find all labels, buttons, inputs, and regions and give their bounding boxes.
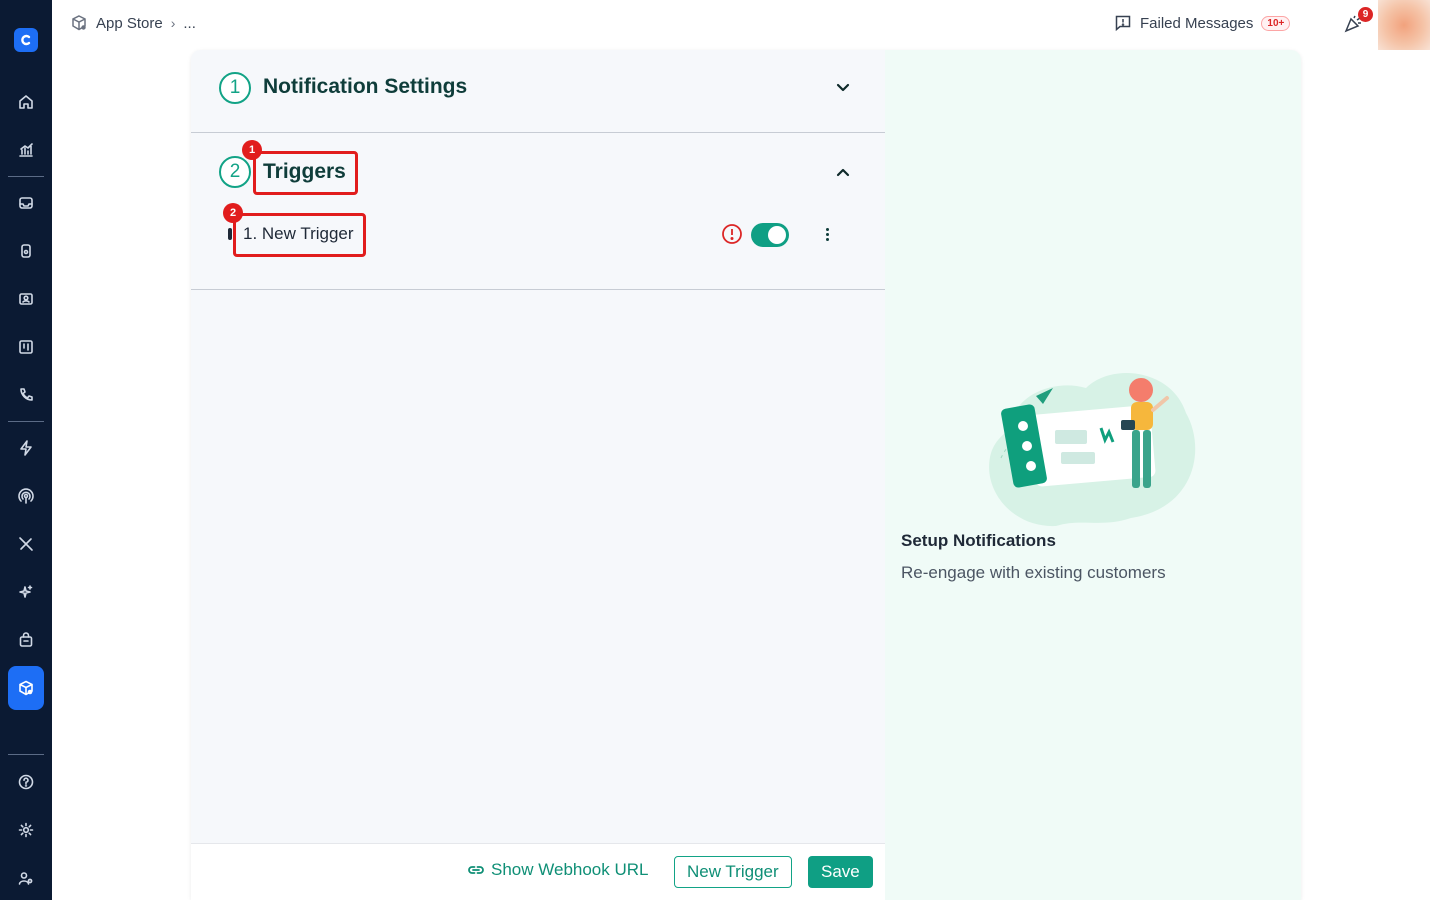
- contacts-icon[interactable]: [0, 287, 52, 311]
- setup-notifications-illustration: [989, 373, 1196, 527]
- side-panel-title: Setup Notifications: [901, 531, 1056, 550]
- highlight-box: [233, 213, 366, 257]
- highlight-box: [253, 151, 358, 195]
- chevron-up-icon[interactable]: [834, 163, 852, 181]
- annotation-marker: 2: [223, 203, 243, 223]
- phone-icon[interactable]: [0, 383, 52, 407]
- app-store-icon[interactable]: [8, 666, 44, 710]
- trigger-editor-card: 1 Notification Settings 2 Triggers 1 1. …: [191, 50, 1301, 900]
- trigger-enabled-toggle[interactable]: [751, 223, 789, 247]
- bolt-icon[interactable]: [0, 436, 52, 460]
- app-store-icon: [72, 15, 86, 31]
- sidebar-divider: [8, 754, 44, 755]
- annotation-marker: 1: [242, 140, 262, 160]
- warning-icon[interactable]: [721, 223, 743, 245]
- section-triggers: 2 Triggers 1 1. New Trigger 2: [191, 133, 885, 290]
- side-panel-subtitle: Re-engage with existing customers: [901, 563, 1166, 582]
- new-trigger-button[interactable]: New Trigger: [674, 856, 792, 888]
- app-logo[interactable]: [14, 28, 38, 52]
- device-icon[interactable]: [0, 239, 52, 263]
- team-icon[interactable]: [0, 866, 52, 890]
- sidebar-divider: [8, 176, 44, 177]
- save-button[interactable]: Save: [808, 856, 873, 888]
- chevron-down-icon[interactable]: [834, 79, 852, 97]
- expand-caret-icon[interactable]: [228, 228, 232, 240]
- inbox-icon[interactable]: [0, 191, 52, 215]
- top-bar: App Store › ... Failed Messages 10+ 9: [52, 0, 1440, 50]
- more-options-icon[interactable]: [819, 223, 835, 245]
- home-icon[interactable]: [0, 90, 52, 114]
- sidebar-divider: [8, 421, 44, 422]
- failed-messages-button[interactable]: Failed Messages 10+: [1114, 14, 1291, 32]
- show-webhook-url-button[interactable]: Show Webhook URL: [467, 860, 649, 880]
- breadcrumb: App Store › ...: [70, 14, 196, 32]
- webhook-label: Show Webhook URL: [491, 860, 649, 879]
- board-icon[interactable]: [0, 335, 52, 359]
- link-icon: [468, 866, 484, 874]
- analytics-icon[interactable]: [0, 138, 52, 162]
- help-icon[interactable]: [0, 770, 52, 794]
- side-panel: Setup Notifications Re-engage with exist…: [885, 50, 1301, 900]
- breadcrumb-app-store[interactable]: App Store: [96, 15, 163, 32]
- toggle-knob: [768, 226, 786, 244]
- section-notification-settings[interactable]: 1 Notification Settings: [191, 50, 885, 133]
- trigger-row[interactable]: 1. New Trigger 2: [191, 203, 885, 257]
- chevron-right-icon: ›: [170, 15, 176, 31]
- section-title: Notification Settings: [263, 75, 468, 98]
- notification-badge: 9: [1358, 7, 1373, 22]
- step-number: 2: [219, 156, 251, 188]
- failed-messages-label: Failed Messages: [1140, 14, 1254, 32]
- bag-icon[interactable]: [0, 628, 52, 652]
- editor-pane: 1 Notification Settings 2 Triggers 1 1. …: [191, 50, 885, 900]
- sparkle-icon[interactable]: [0, 580, 52, 604]
- sidebar: [0, 0, 52, 900]
- avatar[interactable]: [1378, 0, 1430, 50]
- breadcrumb-more[interactable]: ...: [183, 15, 196, 32]
- tools-icon[interactable]: [0, 532, 52, 556]
- settings-icon[interactable]: [0, 818, 52, 842]
- step-number: 1: [219, 72, 251, 104]
- message-alert-icon: [1115, 15, 1131, 32]
- failed-messages-count: 10+: [1261, 15, 1291, 31]
- broadcast-icon[interactable]: [0, 484, 52, 508]
- footer-actions: Show Webhook URL New Trigger Save: [191, 843, 885, 900]
